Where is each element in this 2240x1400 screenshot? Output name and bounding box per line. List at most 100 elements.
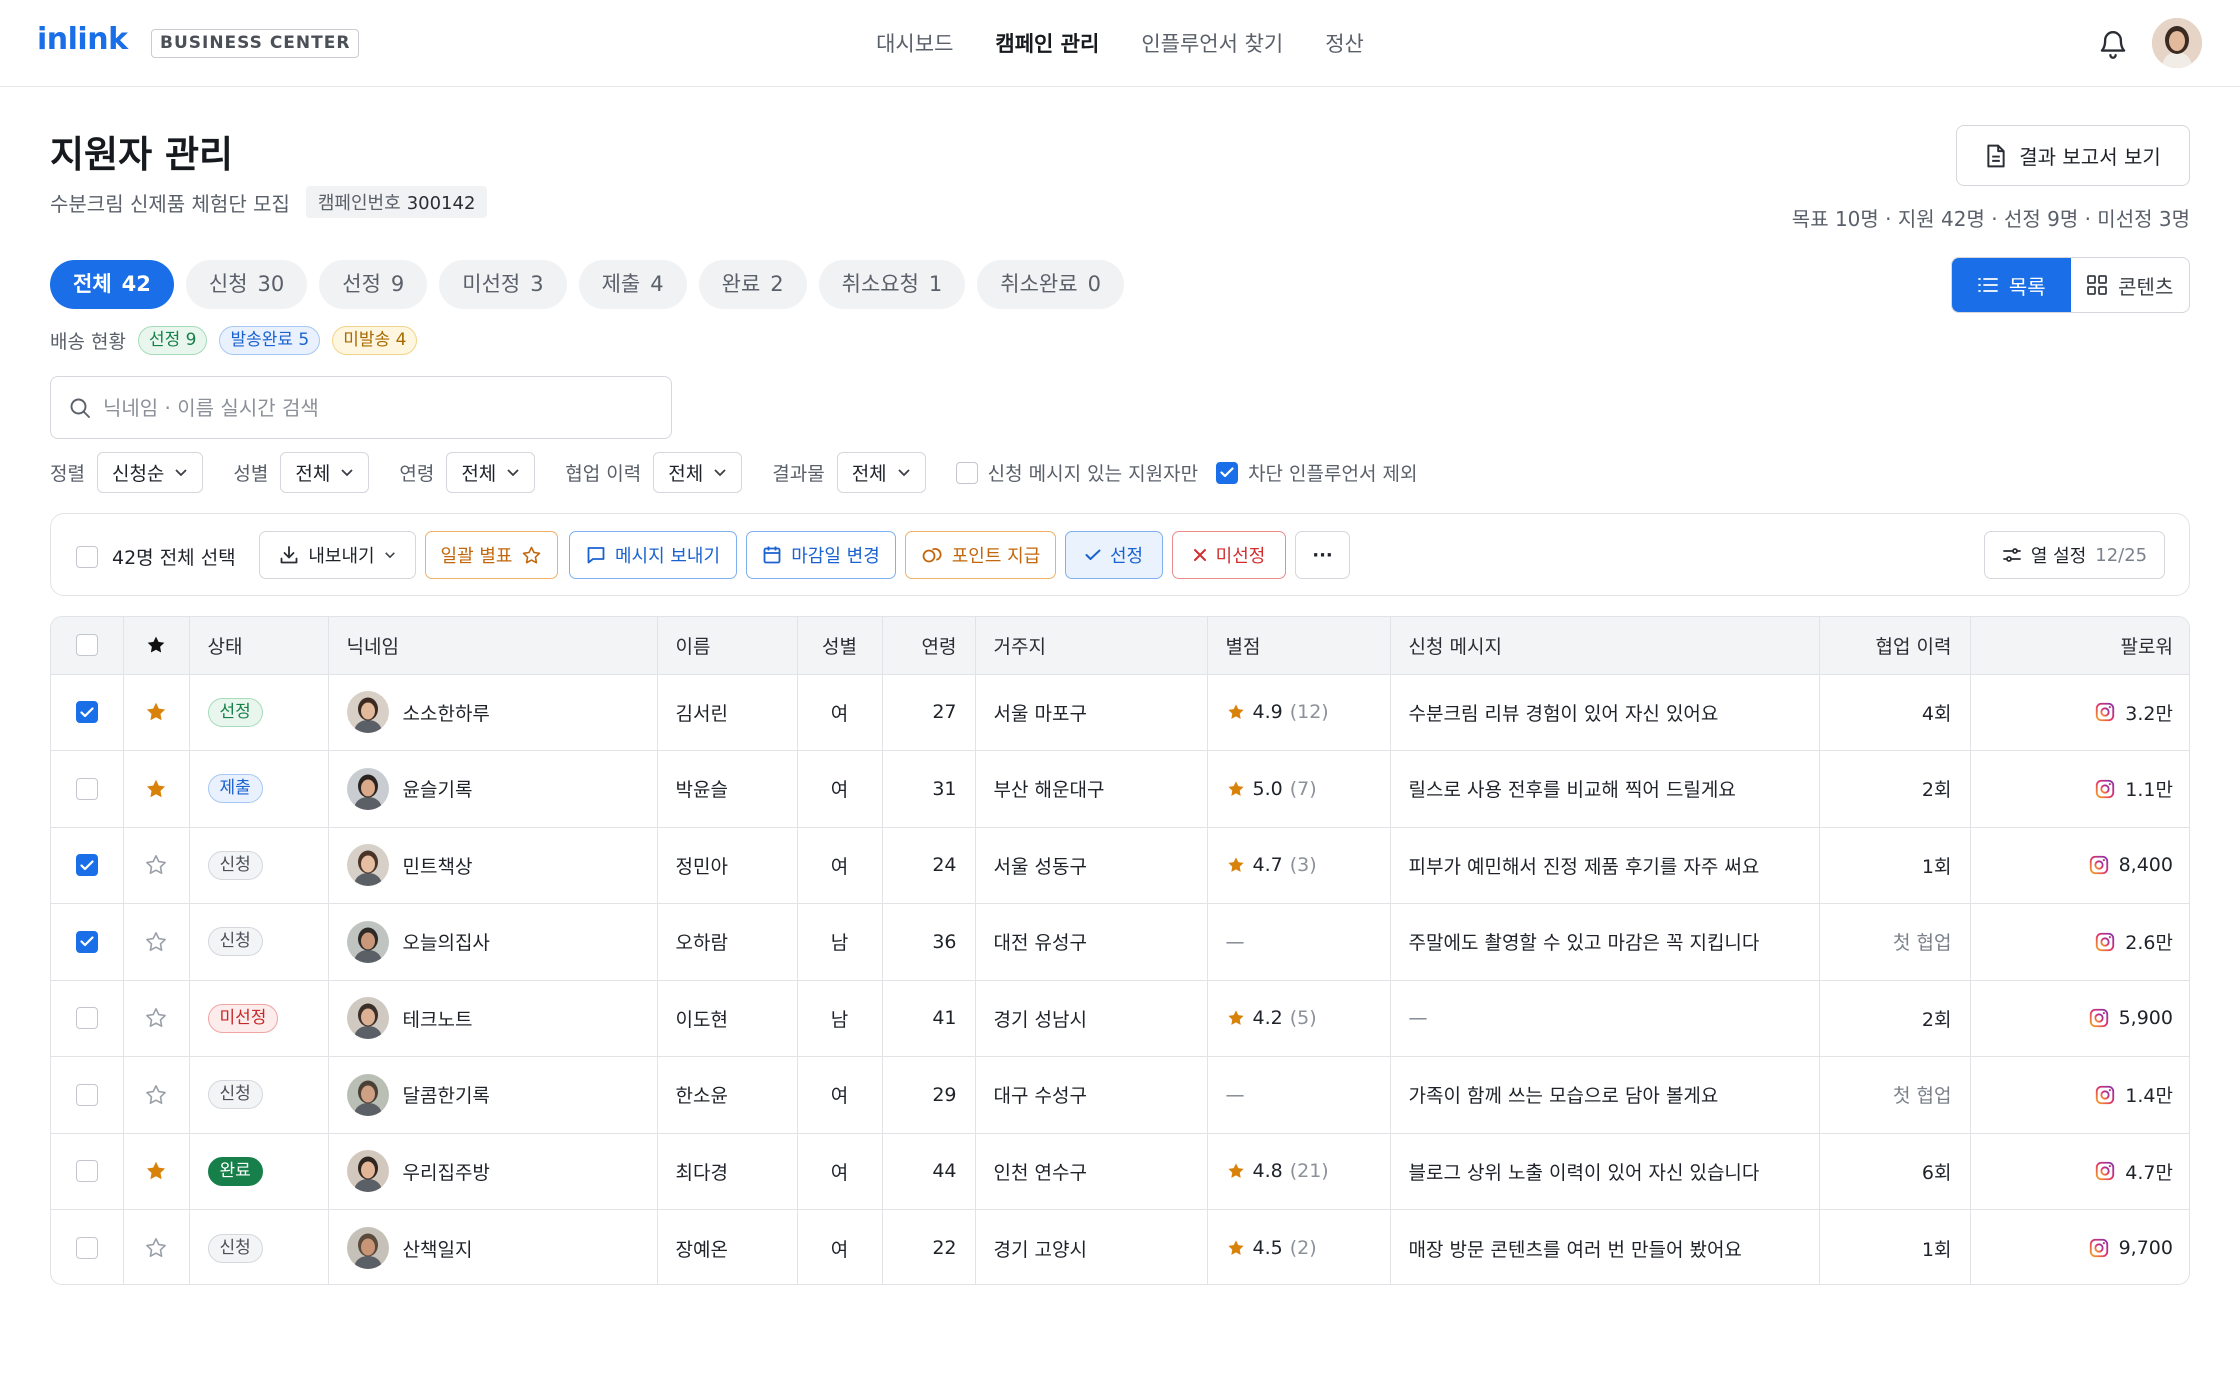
row-checkbox[interactable] — [75, 1083, 98, 1106]
header-history[interactable]: 협업 이력 — [1819, 617, 1971, 675]
more-button[interactable]: ··· — [1295, 531, 1350, 579]
star-filled-icon[interactable] — [144, 1159, 168, 1183]
give-points-button[interactable]: 포인트 지급 — [905, 531, 1056, 579]
star-filled-icon[interactable] — [144, 700, 168, 724]
select-all[interactable]: 42명 전체 선택 — [76, 543, 236, 570]
exclude-blocked-option[interactable]: 차단 인플루언서 제외 — [1216, 459, 1417, 486]
table-row[interactable]: 완료 우리집주방 최다경 여 44 인천 연수구 4.8 (21) 블로그 상위 … — [51, 1133, 2189, 1210]
nav-settlement[interactable]: 정산 — [1325, 28, 1364, 58]
table-row[interactable]: 신청 오늘의집사 오하람 남 36 대전 유성구 — 주말에도 촬영할 수 있고… — [51, 903, 2189, 981]
nickname-cell[interactable]: 우리집주방 — [328, 1133, 658, 1210]
bulk-star-button[interactable]: 일괄 별표 — [425, 531, 558, 579]
table-row[interactable]: 신청 달콤한기록 한소윤 여 29 대구 수성구 — 가족이 함께 쓰는 모습으… — [51, 1056, 2189, 1134]
recruit-summary: 목표 10명 · 지원 42명 · 선정 9명 · 미선정 3명 — [1791, 207, 2190, 231]
change-deadline-button[interactable]: 마감일 변경 — [746, 531, 896, 579]
tab-submitted[interactable]: 제출 4 — [578, 260, 687, 309]
header-gender[interactable]: 성별 — [797, 617, 883, 675]
row-checkbox[interactable] — [75, 1007, 98, 1030]
header-rating[interactable]: 별점 — [1207, 617, 1391, 675]
nickname-cell[interactable]: 달콤한기록 — [328, 1056, 658, 1134]
header-followers[interactable]: 팔로워 — [1970, 617, 2189, 675]
star-filled-icon[interactable] — [144, 777, 168, 801]
followers-cell: 1.1만 — [1970, 750, 2189, 828]
region-cell: 서울 마포구 — [975, 674, 1208, 751]
export-button[interactable]: 내보내기 — [259, 531, 416, 579]
nickname-cell[interactable]: 윤슬기록 — [328, 750, 658, 828]
msg-only-option[interactable]: 신청 메시지 있는 지원자만 — [955, 459, 1198, 486]
tab-selected[interactable]: 선정 9 — [319, 260, 428, 309]
nickname-cell[interactable]: 오늘의집사 — [328, 903, 658, 981]
select-button[interactable]: 선정 — [1065, 531, 1163, 579]
list-view-button[interactable]: 목록 — [1952, 258, 2071, 312]
gender-cell: 남 — [797, 903, 883, 981]
row-checkbox-cell — [51, 903, 124, 981]
nickname-cell[interactable]: 소소한하루 — [328, 674, 658, 751]
star-outline-icon[interactable] — [144, 1083, 168, 1107]
history-select[interactable]: 전체 — [653, 452, 743, 493]
header-name[interactable]: 이름 — [657, 617, 798, 675]
table-row[interactable]: 선정 소소한하루 김서린 여 27 서울 마포구 4.9 (12) 수분크림 리뷰… — [51, 674, 2189, 751]
gender-cell: 여 — [797, 827, 883, 904]
row-checkbox-cell — [51, 674, 124, 751]
nav-find-influencer[interactable]: 인플루언서 찾기 — [1141, 28, 1283, 58]
header-message[interactable]: 신청 메시지 — [1390, 617, 1820, 675]
star-filled-icon — [1226, 779, 1246, 799]
table-row[interactable]: 미선정 테크노트 이도현 남 41 경기 성남시 4.2 (5) — 2회 5,9… — [51, 980, 2189, 1057]
nickname: 산책일지 — [402, 1238, 473, 1261]
campaign-number-badge: 캠페인번호 300142 — [305, 186, 488, 218]
msg-only-checkbox[interactable] — [955, 461, 978, 484]
column-settings-button[interactable]: 열 설정 12/25 — [1984, 531, 2165, 579]
tab-completed[interactable]: 완료 2 — [698, 260, 807, 309]
age-select[interactable]: 전체 — [446, 452, 536, 493]
row-checkbox[interactable] — [75, 854, 98, 877]
send-message-button[interactable]: 메시지 보내기 — [569, 531, 737, 579]
follower-count: 8,400 — [2118, 854, 2173, 877]
header-nickname[interactable]: 닉네임 — [328, 617, 658, 675]
star-outline-icon[interactable] — [144, 853, 168, 877]
tab-applied[interactable]: 신청 30 — [185, 260, 308, 309]
exclude-blocked-checkbox[interactable] — [1216, 461, 1239, 484]
row-checkbox[interactable] — [75, 1160, 98, 1183]
select-all-checkbox[interactable] — [76, 545, 98, 568]
nav-dashboard[interactable]: 대시보드 — [876, 28, 953, 58]
nickname-cell[interactable]: 민트책상 — [328, 827, 658, 904]
age-cell: 24 — [882, 827, 976, 904]
star-outline-icon[interactable] — [144, 1236, 168, 1260]
row-checkbox[interactable] — [75, 1237, 98, 1259]
header-age[interactable]: 연령 — [882, 617, 976, 675]
age-cell: 22 — [882, 1209, 976, 1284]
bell-icon[interactable] — [2097, 27, 2129, 61]
name-cell: 박윤슬 — [657, 750, 798, 828]
result-select[interactable]: 전체 — [836, 452, 926, 493]
table-header-row: 상태 닉네임 이름 성별 연령 거주지 별점 신청 메시지 협업 이력 팔로워 — [51, 617, 2189, 675]
row-checkbox[interactable] — [75, 930, 98, 953]
table-row[interactable]: 신청 산책일지 장예온 여 22 경기 고양시 4.5 (2) 매장 방문 콘텐츠… — [51, 1209, 2189, 1284]
sort-select[interactable]: 신청순 — [96, 452, 204, 493]
header-region[interactable]: 거주지 — [975, 617, 1208, 675]
header-checkbox[interactable] — [75, 634, 98, 657]
nickname-cell[interactable]: 테크노트 — [328, 980, 658, 1057]
row-checkbox[interactable] — [75, 777, 98, 800]
tab-rejected[interactable]: 미선정 3 — [439, 260, 567, 309]
gender-select[interactable]: 전체 — [280, 452, 370, 493]
nav-campaign[interactable]: 캠페인 관리 — [995, 28, 1099, 58]
tab-cancel-request[interactable]: 취소요청 1 — [818, 260, 966, 309]
report-button[interactable]: 결과 보고서 보기 — [1956, 125, 2190, 186]
star-outline-icon[interactable] — [144, 930, 168, 954]
change-deadline-label: 마감일 변경 — [791, 546, 880, 567]
row-checkbox[interactable] — [75, 701, 98, 724]
content-view-button[interactable]: 콘텐츠 — [2071, 258, 2190, 312]
tab-cancel-done[interactable]: 취소완료 0 — [977, 260, 1124, 309]
reject-button[interactable]: 미선정 — [1172, 531, 1286, 579]
star-filled-icon[interactable] — [145, 634, 167, 656]
user-avatar[interactable] — [2152, 18, 2202, 68]
star-outline-icon[interactable] — [144, 1006, 168, 1030]
rating-empty: — — [1225, 930, 1245, 953]
nickname-cell[interactable]: 산책일지 — [328, 1209, 658, 1284]
instagram-icon — [2088, 1237, 2110, 1259]
tab-all[interactable]: 전체 42 — [50, 260, 174, 309]
table-row[interactable]: 신청 민트책상 정민아 여 24 서울 성동구 4.7 (3) 피부가 예민해서 … — [51, 827, 2189, 904]
table-row[interactable]: 제출 윤슬기록 박윤슬 여 31 부산 해운대구 5.0 (7) 릴스로 사용 전… — [51, 750, 2189, 828]
search-input[interactable] — [103, 395, 643, 420]
header-status[interactable]: 상태 — [189, 617, 329, 675]
